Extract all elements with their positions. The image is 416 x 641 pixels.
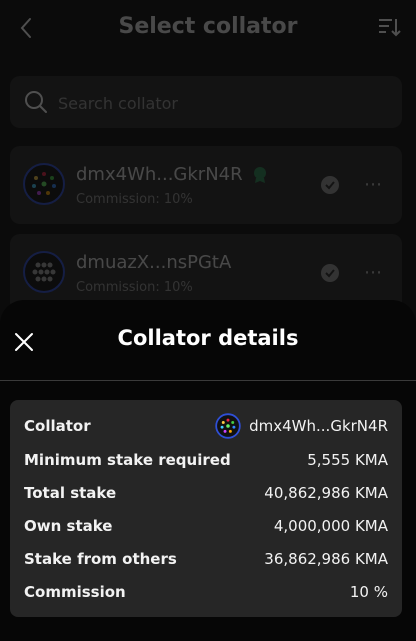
collator-name: dmx4Wh...GkrN4R [76,164,268,185]
collator-address: dmx4Wh...GkrN4R [249,416,388,435]
detail-row-stake-others: Stake from others 36,862,986 KMA [24,542,388,575]
detail-label: Minimum stake required [24,450,231,469]
details-table: Collator dmx4Wh...GkrN4R Minimum stake r… [10,400,402,617]
detail-row-min-stake: Minimum stake required 5,555 KMA [24,443,388,476]
detail-value: dmx4Wh...GkrN4R [215,412,388,439]
avatar-icon [23,163,65,205]
avatar-icon [23,251,65,293]
detail-row-collator: Collator dmx4Wh...GkrN4R [24,409,388,442]
collator-commission: Commission: 10% [76,192,193,207]
collator-name: dmuazX...nsPGtA [76,252,232,273]
check-icon[interactable] [320,263,340,283]
detail-value: 36,862,986 KMA [264,549,388,568]
detail-label: Own stake [24,516,113,535]
search-bar[interactable] [10,76,402,130]
more-icon[interactable]: ⋯ [364,174,383,195]
detail-label: Total stake [24,483,117,502]
collator-details-sheet: Collator details Collator dmx4Wh...GkrN4… [0,300,416,641]
avatar-icon [215,412,241,439]
detail-row-total-stake: Total stake 40,862,986 KMA [24,476,388,509]
detail-value: 40,862,986 KMA [264,483,388,502]
detail-label: Stake from others [24,549,177,568]
detail-value: 5,555 KMA [307,450,388,469]
collator-card[interactable]: dmx4Wh...GkrN4R Commission: 10% ⋯ [10,146,402,224]
collator-name-text: dmx4Wh...GkrN4R [76,164,243,185]
page-title: Select collator [118,14,298,39]
detail-row-commission: Commission 10 % [24,575,388,608]
detail-label: Collator [24,416,91,435]
divider [0,380,416,381]
detail-value: 10 % [349,582,388,601]
check-icon[interactable] [320,175,340,195]
detail-row-own-stake: Own stake 4,000,000 KMA [24,509,388,542]
detail-label: Commission [24,582,126,601]
search-input[interactable] [56,76,390,130]
detail-value: 4,000,000 KMA [273,516,388,535]
header: Select collator [0,0,416,56]
sheet-title: Collator details [117,326,299,350]
sort-button[interactable] [376,14,404,42]
verified-badge-icon [254,167,267,183]
sort-icon [379,19,401,37]
more-icon[interactable]: ⋯ [364,262,383,283]
search-icon [25,91,47,113]
collator-commission: Commission: 10% [76,280,193,295]
